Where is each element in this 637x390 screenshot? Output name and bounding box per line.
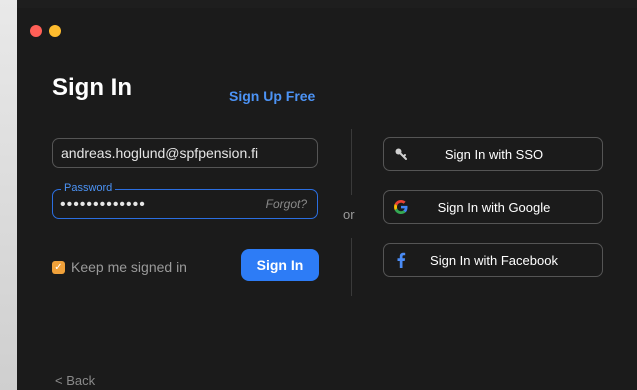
sign-in-facebook-button[interactable]: Sign In with Facebook — [383, 243, 603, 277]
email-value: andreas.hoglund@spfpension.fi — [61, 145, 259, 161]
window-minimize-button[interactable] — [49, 25, 61, 37]
signin-window: Sign In Sign Up Free andreas.hoglund@spf… — [17, 8, 637, 390]
divider-line-top — [351, 129, 352, 195]
back-link[interactable]: < Back — [55, 373, 95, 388]
google-icon — [386, 199, 416, 215]
keep-signed-in-label: Keep me signed in — [71, 259, 187, 275]
page-title: Sign In — [52, 74, 132, 101]
sign-in-google-button[interactable]: Sign In with Google — [383, 190, 603, 224]
forgot-password-link[interactable]: Forgot? — [266, 197, 307, 211]
password-field[interactable]: Password ••••••••••••• Forgot? — [52, 182, 318, 219]
divider-line-bottom — [351, 238, 352, 296]
or-separator: or — [343, 207, 355, 222]
sso-label: Sign In with SSO — [444, 146, 544, 162]
sign-in-sso-button[interactable]: Sign In with SSO — [383, 137, 603, 171]
keep-signed-in-checkbox[interactable]: ✓ — [52, 260, 65, 274]
key-icon — [386, 147, 416, 161]
facebook-label: Sign In with Facebook — [430, 252, 558, 268]
google-label: Sign In with Google — [437, 199, 551, 215]
password-value: ••••••••••••• — [60, 196, 146, 213]
facebook-icon — [386, 252, 416, 268]
window-close-button[interactable] — [30, 25, 42, 37]
desktop-background — [0, 0, 17, 390]
sign-up-free-link[interactable]: Sign Up Free — [229, 88, 315, 104]
sign-in-button[interactable]: Sign In — [241, 249, 319, 281]
email-field[interactable]: andreas.hoglund@spfpension.fi — [52, 138, 318, 168]
password-label: Password — [61, 182, 116, 194]
keep-signed-in[interactable]: ✓ Keep me signed in — [52, 259, 187, 275]
